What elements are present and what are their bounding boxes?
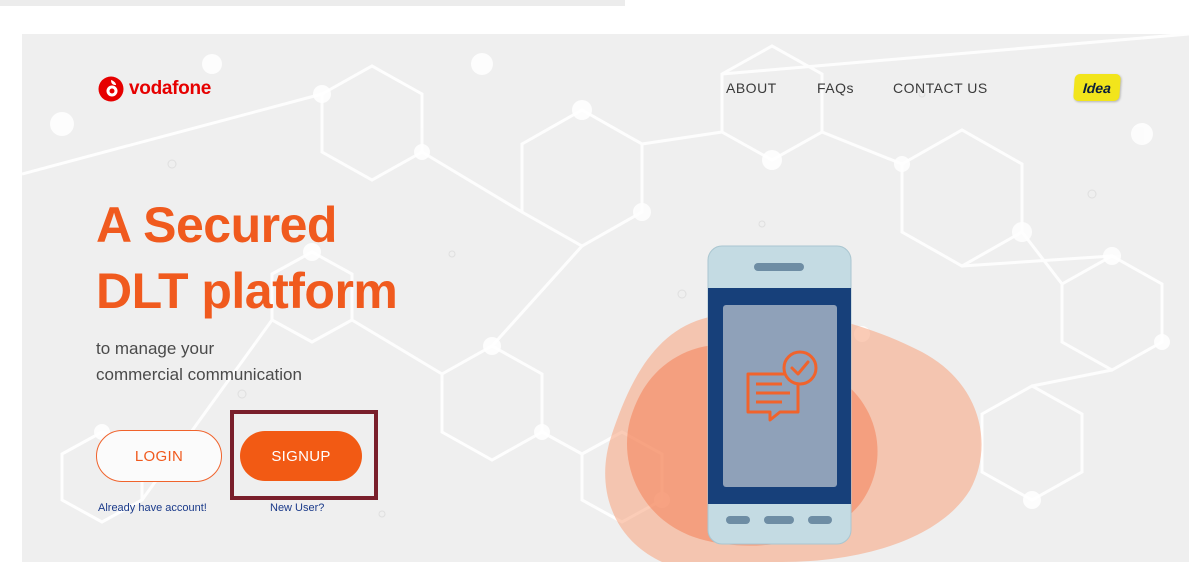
idea-logo-text: Idea <box>1082 79 1112 96</box>
login-button[interactable]: LOGIN <box>96 430 222 482</box>
vodafone-logo[interactable]: vodafone <box>98 76 211 102</box>
idea-logo[interactable]: Idea <box>1073 74 1121 101</box>
vodafone-logo-icon <box>98 76 124 102</box>
nav-link-about[interactable]: ABOUT <box>726 80 777 96</box>
login-caption: Already have account! <box>98 502 207 514</box>
headline-line-2: DLT platform <box>96 263 398 319</box>
headline-line-1: A Secured <box>96 197 337 253</box>
subtext-line-2: commercial communication <box>96 365 302 384</box>
signup-caption: New User? <box>270 502 325 514</box>
hero-headline: A Secured DLT platform <box>96 192 398 324</box>
checkmark-icon <box>782 350 818 386</box>
signup-button[interactable]: SIGNUP <box>240 431 362 481</box>
subtext-line-1: to manage your <box>96 339 215 358</box>
top-strip <box>0 0 625 6</box>
vodafone-logo-text: vodafone <box>129 78 212 99</box>
nav-link-faqs[interactable]: FAQs <box>817 80 854 96</box>
nav-link-contact-us[interactable]: CONTACT US <box>893 80 988 96</box>
hero-subtext: to manage your commercial communication <box>96 336 302 388</box>
hero-section: vodafone ABOUT FAQs CONTACT US Idea A Se… <box>22 34 1189 562</box>
smartphone-icon <box>707 245 852 545</box>
